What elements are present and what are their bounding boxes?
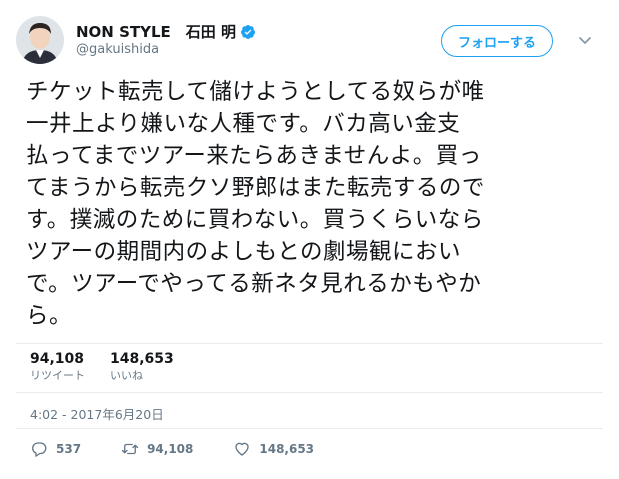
display-name[interactable]: NON STYLE 石田 明 bbox=[76, 21, 236, 42]
tweet-text: チケット転売して儲けようとしてる奴らが唯 一井上より嫌いな人種です。バカ高い金支… bbox=[26, 79, 485, 329]
follow-button[interactable]: フォローする bbox=[441, 25, 553, 57]
user-handle[interactable]: @gakuishida bbox=[76, 42, 159, 57]
retweet-button[interactable]: 94,108 bbox=[121, 440, 193, 458]
like-count: 148,653 bbox=[110, 351, 174, 367]
retweet-stat[interactable]: 94,108 リツイート bbox=[30, 350, 85, 384]
avatar[interactable] bbox=[16, 16, 64, 64]
retweet-label: リツイート bbox=[30, 369, 85, 382]
like-stat[interactable]: 148,653 いいね bbox=[110, 350, 174, 384]
verified-badge-icon bbox=[240, 24, 256, 40]
avatar-image bbox=[16, 16, 64, 64]
reply-count: 537 bbox=[56, 442, 82, 456]
user-name-row[interactable]: NON STYLE 石田 明 bbox=[76, 21, 256, 42]
reply-icon bbox=[32, 442, 47, 457]
like-label: いいね bbox=[110, 369, 143, 382]
retweet-count: 94,108 bbox=[30, 351, 85, 367]
tweet-timestamp[interactable]: 4:02 - 2017年6月20日 bbox=[30, 404, 164, 423]
reply-button[interactable]: 537 bbox=[30, 440, 81, 458]
chevron-down-icon[interactable] bbox=[577, 32, 593, 48]
like-button[interactable]: 148,653 bbox=[233, 440, 314, 458]
like-action-count: 148,653 bbox=[259, 442, 315, 456]
retweet-action-count: 94,108 bbox=[147, 442, 194, 456]
tweet-actions: 537 94,108 148,653 bbox=[30, 440, 354, 458]
heart-icon bbox=[235, 442, 250, 456]
tweet-stats: 94,108 リツイート 148,653 いいね bbox=[30, 350, 199, 384]
divider bbox=[16, 343, 603, 344]
divider bbox=[16, 428, 603, 429]
retweet-icon bbox=[121, 443, 139, 455]
divider bbox=[16, 392, 603, 393]
